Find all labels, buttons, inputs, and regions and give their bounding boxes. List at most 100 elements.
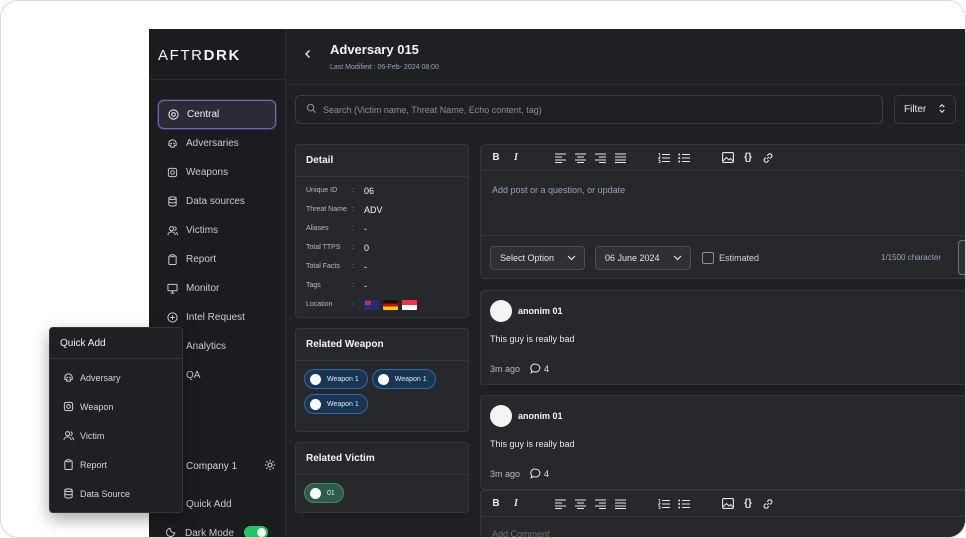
victim-chip[interactable]: 01 <box>304 483 344 503</box>
weapon-icon <box>166 167 178 179</box>
avatar[interactable] <box>490 300 512 322</box>
align-justify-icon[interactable] <box>614 152 626 164</box>
quick-add-data-source[interactable]: Data Source <box>50 479 182 508</box>
brand-logo[interactable]: AFTRDRK <box>158 47 241 64</box>
post-author[interactable]: anonim 01 <box>490 300 563 322</box>
quick-add-report[interactable]: Report <box>50 450 182 479</box>
quick-add-victim[interactable]: Victim <box>50 421 182 450</box>
post-card: anonim 01 This guy is really bad 3m ago … <box>480 395 965 490</box>
bullet-list-icon[interactable] <box>678 498 690 510</box>
clipboard-icon <box>166 254 178 266</box>
comment-button[interactable]: 4 <box>530 363 549 374</box>
align-center-icon[interactable] <box>574 498 586 510</box>
victim-chips: 01 <box>296 475 468 511</box>
editor-footer: Select Option 06 June 2024 Estimated 1/1… <box>481 236 965 279</box>
search-icon <box>306 101 317 119</box>
detail-key: Tags <box>306 282 321 289</box>
australia-flag-icon <box>364 299 379 310</box>
related-weapon-card: Related Weapon Weapon 1 Weapon 1 Weapon … <box>295 328 469 432</box>
users-icon <box>62 430 74 442</box>
detail-key: Total Facts <box>306 263 340 270</box>
editor-toolbar: B I {} <box>481 491 965 517</box>
sidebar-item-adversaries[interactable]: Adversaries <box>158 129 276 158</box>
code-icon[interactable]: {} <box>742 152 754 164</box>
quick-add-title: Quick Add <box>50 328 182 359</box>
ordered-list-icon[interactable] <box>658 498 670 510</box>
checkbox-box[interactable] <box>702 251 714 264</box>
quick-add-label: Report <box>80 459 108 470</box>
bold-icon[interactable]: B <box>490 152 502 164</box>
submit-button[interactable] <box>958 240 965 275</box>
align-justify-icon[interactable] <box>614 498 626 510</box>
colon: : <box>352 301 354 308</box>
sidebar-item-label: Weapons <box>186 167 229 178</box>
sidebar-item-central[interactable]: Central <box>158 100 276 129</box>
database-icon <box>166 196 178 208</box>
italic-icon[interactable]: I <box>510 498 522 510</box>
colon: : <box>352 187 354 194</box>
chip-dot <box>310 398 321 410</box>
post-author[interactable]: anonim 01 <box>490 405 563 427</box>
avatar[interactable] <box>490 405 512 427</box>
detail-row-aliases: Aliases: - <box>296 219 468 238</box>
date-select[interactable]: 06 June 2024 <box>595 245 691 270</box>
image-icon[interactable] <box>722 498 734 510</box>
users-icon <box>166 225 178 237</box>
skull-icon <box>62 372 74 384</box>
bold-icon[interactable]: B <box>490 498 502 510</box>
dark-mode-label: Dark Mode <box>185 527 234 538</box>
detail-value: - <box>364 261 367 272</box>
link-icon[interactable] <box>762 498 774 510</box>
bullet-list-icon[interactable] <box>678 152 690 164</box>
detail-key: Aliases <box>306 225 329 232</box>
comment-count: 4 <box>544 468 550 479</box>
detail-key: Threat Name <box>306 206 347 213</box>
gear-icon[interactable] <box>264 459 276 474</box>
germany-flag-icon <box>383 299 398 310</box>
back-arrow-icon[interactable] <box>302 47 316 61</box>
search-bar[interactable] <box>295 95 883 124</box>
align-right-icon[interactable] <box>594 152 606 164</box>
sidebar-item-report[interactable]: Report <box>158 245 276 274</box>
filter-select[interactable]: Filter <box>894 95 956 124</box>
align-left-icon[interactable] <box>554 498 566 510</box>
sidebar-item-victims[interactable]: Victims <box>158 216 276 245</box>
post-input[interactable]: Add post or a question, or update <box>481 171 965 236</box>
quick-add-weapon[interactable]: Weapon <box>50 392 182 421</box>
comment-button[interactable]: 4 <box>530 468 549 479</box>
quick-add-link[interactable]: Quick Add <box>186 499 232 510</box>
weapon-chip[interactable]: Weapon 1 <box>304 369 368 389</box>
sidebar-item-weapons[interactable]: Weapons <box>158 158 276 187</box>
image-icon[interactable] <box>722 152 734 164</box>
align-left-icon[interactable] <box>554 152 566 164</box>
align-right-icon[interactable] <box>594 498 606 510</box>
chip-dot <box>377 373 389 385</box>
comment-icon <box>530 468 541 479</box>
related-victim-title: Related Victim <box>296 443 468 475</box>
sidebar-item-data-sources[interactable]: Data sources <box>158 187 276 216</box>
last-modified: Last Modified : 06-Feb- 2024 08:00 <box>330 64 439 71</box>
sidebar-item-label: Data sources <box>186 196 245 207</box>
sidebar-divider <box>149 79 286 80</box>
quick-add-label: Victim <box>80 430 105 441</box>
weapon-chip[interactable]: Weapon 1 <box>371 369 436 389</box>
link-icon[interactable] <box>762 152 774 164</box>
quick-add-label: Weapon <box>80 401 114 412</box>
colon: : <box>352 282 354 289</box>
option-select[interactable]: Select Option <box>490 245 585 270</box>
app-window: AFTRDRK Central Adversaries Weapons Data… <box>149 29 965 538</box>
colon: : <box>352 225 354 232</box>
search-input[interactable] <box>323 104 863 115</box>
italic-icon[interactable]: I <box>510 152 522 164</box>
ordered-list-icon[interactable] <box>658 152 670 164</box>
dark-mode-toggle[interactable] <box>244 526 268 537</box>
code-icon[interactable]: {} <box>742 498 754 510</box>
estimated-checkbox[interactable]: Estimated <box>702 251 759 264</box>
align-center-icon[interactable] <box>574 152 586 164</box>
detail-row-total-ttps: Total TTPS: 0 <box>296 238 468 257</box>
sidebar-item-label: Adversaries <box>186 138 239 149</box>
weapon-chip[interactable]: Weapon 1 <box>304 394 368 414</box>
quick-add-adversary[interactable]: Adversary <box>50 363 182 392</box>
comment-input[interactable]: Add Comment <box>481 517 965 537</box>
sidebar-item-monitor[interactable]: Monitor <box>158 274 276 303</box>
